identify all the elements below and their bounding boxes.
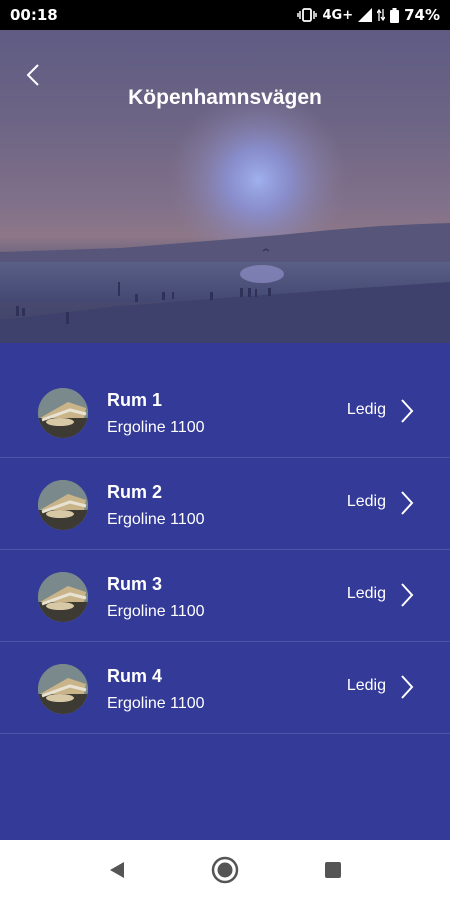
room-status: Ledig <box>346 677 386 694</box>
circle-home-icon <box>211 856 239 884</box>
room-model: Ergoline 1100 <box>107 419 205 436</box>
list-item-room-1[interactable]: Rum 1 Ergoline 1100 Ledig <box>0 366 450 458</box>
room-model: Ergoline 1100 <box>107 695 205 712</box>
triangle-back-icon <box>110 862 124 878</box>
room-thumbnail <box>38 480 88 530</box>
data-arrows-icon <box>377 8 386 22</box>
chevron-right-icon <box>401 583 414 607</box>
signal-icon <box>358 8 373 22</box>
room-model: Ergoline 1100 <box>107 511 205 528</box>
status-icons: 4G+ 74% <box>297 6 440 24</box>
room-model: Ergoline 1100 <box>107 603 205 620</box>
status-bar: 00:18 4G+ 74% <box>0 0 450 30</box>
chevron-left-icon <box>26 64 39 86</box>
room-status: Ledig <box>346 585 386 602</box>
nav-recents-button[interactable] <box>318 855 348 885</box>
status-time: 00:18 <box>10 6 58 24</box>
room-list: Rum 1 Ergoline 1100 Ledig Rum 2 Ergoline… <box>0 343 450 840</box>
room-text: Rum 3 Ergoline 1100 <box>107 573 205 623</box>
square-recents-icon <box>325 862 341 878</box>
chevron-right-icon <box>401 491 414 515</box>
nav-back-button[interactable] <box>102 855 132 885</box>
room-name: Rum 4 <box>107 666 163 686</box>
room-name: Rum 3 <box>107 574 163 594</box>
chevron-right-icon <box>401 399 414 423</box>
nav-home-button[interactable] <box>210 855 240 885</box>
room-text: Rum 4 Ergoline 1100 <box>107 665 205 715</box>
vibrate-icon <box>297 8 318 22</box>
chevron-right-icon <box>401 675 414 699</box>
sunset-beach-image <box>0 90 450 343</box>
room-status: Ledig <box>346 493 386 510</box>
room-name: Rum 1 <box>107 390 163 410</box>
room-text: Rum 1 Ergoline 1100 <box>107 389 205 439</box>
list-item-room-2[interactable]: Rum 2 Ergoline 1100 Ledig <box>0 458 450 550</box>
battery-icon <box>390 7 400 23</box>
room-thumbnail <box>38 388 88 438</box>
list-item-room-3[interactable]: Rum 3 Ergoline 1100 Ledig <box>0 550 450 642</box>
list-item-room-4[interactable]: Rum 4 Ergoline 1100 Ledig <box>0 642 450 734</box>
room-name: Rum 2 <box>107 482 163 502</box>
room-text: Rum 2 Ergoline 1100 <box>107 481 205 531</box>
header-image: Köpenhamnsvägen <box>0 30 450 343</box>
page-title: Köpenhamnsvägen <box>128 86 322 109</box>
navigation-bar <box>0 840 450 900</box>
network-type: 4G+ <box>322 7 354 23</box>
battery-percent: 74% <box>404 6 440 24</box>
room-thumbnail <box>38 572 88 622</box>
room-thumbnail <box>38 664 88 714</box>
room-status: Ledig <box>346 401 386 418</box>
